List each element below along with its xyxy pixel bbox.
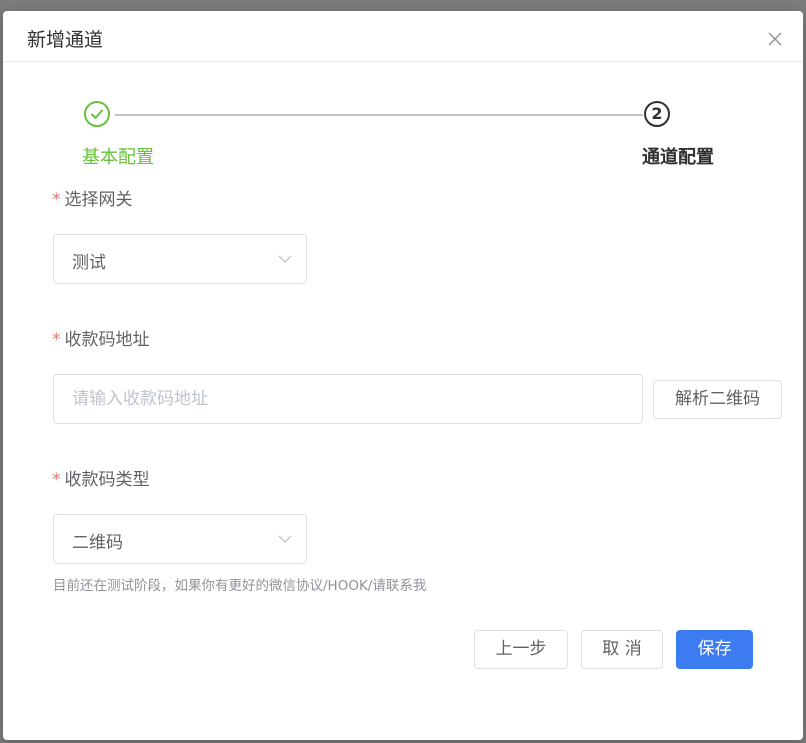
gateway-select-value: 测试 xyxy=(72,253,106,273)
step-1-title: 基本配置 xyxy=(82,147,154,168)
required-mark: * xyxy=(52,330,61,350)
required-mark: * xyxy=(52,470,61,490)
check-icon xyxy=(91,109,103,119)
gateway-label: * 选择网关 xyxy=(52,185,133,210)
gateway-select[interactable]: 测试 xyxy=(53,234,307,284)
save-button[interactable]: 保存 xyxy=(676,630,753,669)
qr-type-select-value: 二维码 xyxy=(72,533,123,553)
parse-qr-button[interactable]: 解析二维码 xyxy=(653,380,782,419)
qr-type-label-text: 收款码类型 xyxy=(64,470,150,490)
step-2-indicator: 2 xyxy=(644,101,670,127)
qr-address-label-text: 收款码地址 xyxy=(64,330,150,350)
qr-address-input[interactable] xyxy=(53,374,643,424)
qr-type-label: * 收款码类型 xyxy=(52,465,150,490)
chevron-down-icon xyxy=(278,535,292,543)
gateway-label-text: 选择网关 xyxy=(64,190,133,210)
chevron-down-icon xyxy=(278,255,292,263)
steps: 基本配置 2 通道配置 xyxy=(3,11,803,181)
step-connector-line xyxy=(115,114,643,116)
step-2-title: 通道配置 xyxy=(642,147,714,168)
qr-type-hint: 目前还在测试阶段，如果你有更好的微信协议/HOOK/请联系我 xyxy=(53,578,427,594)
step-1-indicator xyxy=(84,101,110,127)
required-mark: * xyxy=(52,190,61,210)
cancel-button[interactable]: 取 消 xyxy=(581,630,663,669)
add-channel-dialog: 新增通道 基本配置 2 通道配置 *选择网关 测试 *收款码地址 解析二维码 xyxy=(3,11,803,740)
qr-address-label: * 收款码地址 xyxy=(52,325,150,350)
qr-type-select[interactable]: 二维码 xyxy=(53,514,307,564)
previous-step-button[interactable]: 上一步 xyxy=(474,630,568,669)
